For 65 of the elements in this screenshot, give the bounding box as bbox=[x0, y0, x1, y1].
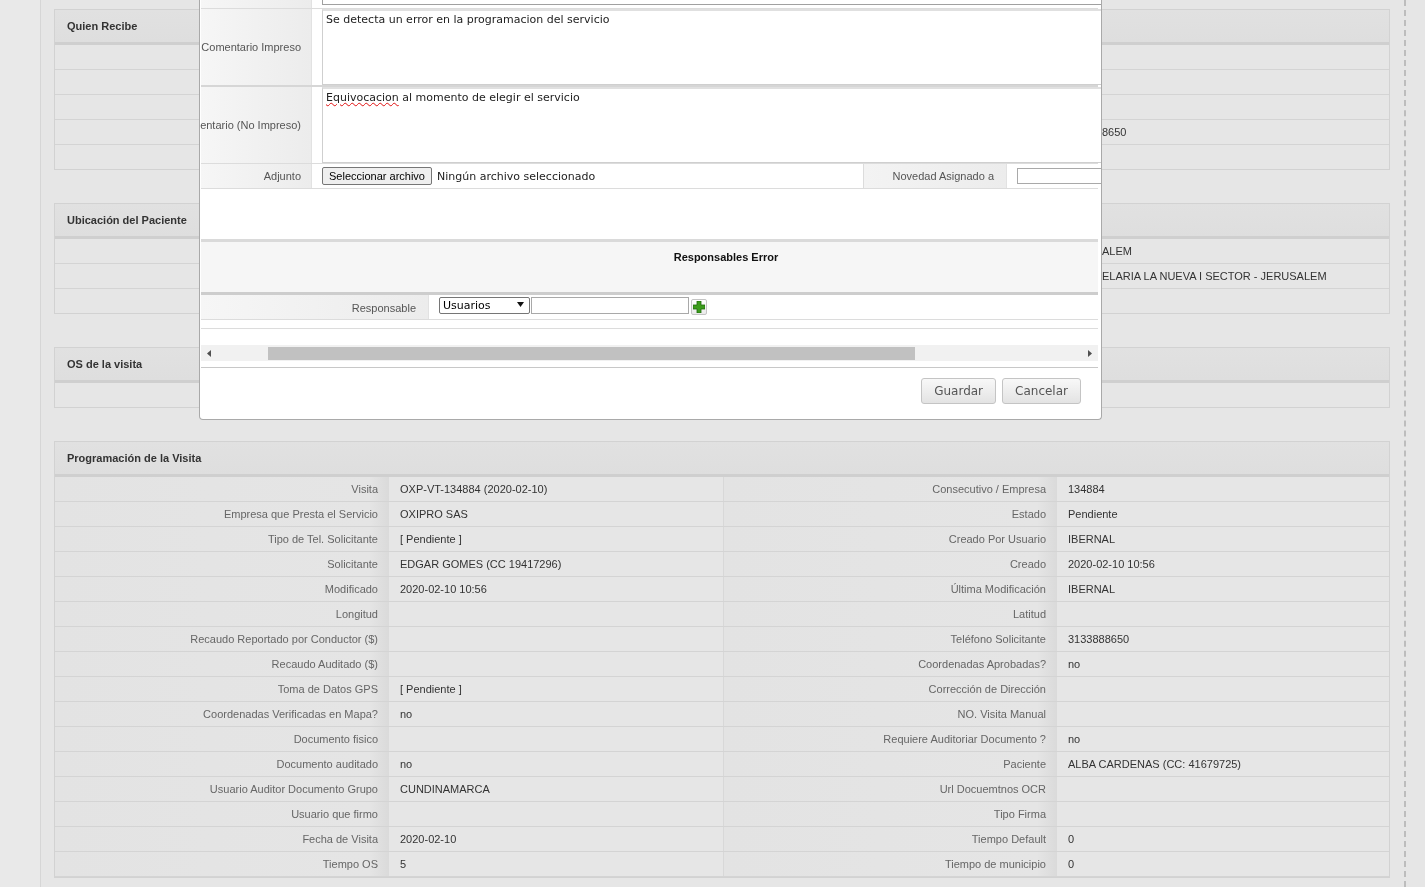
field-label: Requiere Auditoriar Documento ? bbox=[723, 727, 1057, 751]
field-label: entario (No Impreso) bbox=[201, 87, 312, 163]
subject-field[interactable] bbox=[322, 0, 1101, 5]
field-value: no bbox=[400, 758, 413, 770]
field-value: no bbox=[1068, 733, 1081, 745]
field-value: ELARIA LA NUEVA I SECTOR - JERUSALEM bbox=[1102, 270, 1328, 282]
field-value: 0 bbox=[1068, 833, 1075, 845]
file-status-text: Ningún archivo seleccionado bbox=[437, 169, 596, 183]
comment-field[interactable]: Se detecta un error en la programacion del servicio bbox=[322, 9, 1101, 85]
save-button[interactable]: Guardar bbox=[921, 378, 997, 404]
caret-icon bbox=[517, 301, 524, 307]
field-label: Adjunto bbox=[201, 164, 312, 188]
field-label: Tiempo de municipio bbox=[723, 852, 1057, 876]
field-value: [ Pendiente ] bbox=[400, 683, 462, 695]
responsible-input[interactable] bbox=[531, 296, 689, 314]
field-value: [ Pendiente ] bbox=[400, 533, 462, 545]
field-label: Creado Por Usuario bbox=[723, 527, 1057, 551]
plus-icon bbox=[693, 300, 705, 313]
field-label: Paciente bbox=[723, 752, 1057, 776]
field-label: Estado bbox=[723, 502, 1057, 526]
field-label: Consecutivo / Empresa bbox=[723, 477, 1057, 501]
assignee-input[interactable] bbox=[1017, 168, 1101, 184]
field-label: Teléfono Solicitante bbox=[723, 627, 1057, 651]
field-value: 2020-02-10 10:56 bbox=[1068, 558, 1155, 570]
field-value: ALEM bbox=[1102, 245, 1133, 257]
field-value: ALBA CARDENAS (CC: 41679725) bbox=[1068, 758, 1242, 770]
field-label: Corrección de Dirección bbox=[723, 677, 1057, 701]
field-value: OXIPRO SAS bbox=[400, 508, 468, 520]
field-value: no bbox=[1068, 658, 1081, 670]
cancel-button[interactable]: Cancelar bbox=[1002, 378, 1081, 404]
field-label: Coordenadas Aprobadas? bbox=[723, 652, 1057, 676]
choose-file-button[interactable]: Seleccionar archivo bbox=[322, 167, 432, 185]
field-value: Pendiente bbox=[1068, 508, 1118, 520]
section-title: Responsables Error bbox=[201, 239, 1098, 295]
horizontal-scrollbar[interactable] bbox=[201, 345, 1098, 361]
scroll-right-icon[interactable] bbox=[1088, 349, 1092, 357]
field-label: Url Docuemtnos OCR bbox=[723, 777, 1057, 801]
comment-field[interactable]: Equivocacion al momento de elegir el servicio bbox=[322, 87, 1101, 163]
field-value: EDGAR GOMES (CC 19417296) bbox=[400, 558, 562, 570]
field-value: 8650 bbox=[1102, 126, 1128, 138]
field-label: NO. Visita Manual bbox=[723, 702, 1057, 726]
field-label: Novedad Asignado a bbox=[864, 164, 1007, 188]
field-value: 0 bbox=[1068, 858, 1075, 870]
field-label: Tipo Firma bbox=[723, 802, 1057, 826]
field-label: Responsable bbox=[201, 295, 429, 319]
field-label: Tiempo Default bbox=[723, 827, 1057, 851]
field-value: IBERNAL bbox=[1068, 583, 1116, 595]
user-type-select[interactable]: Usuarios bbox=[439, 296, 530, 314]
field-value: CUNDINAMARCA bbox=[400, 783, 490, 795]
field-label: Comentario Impreso bbox=[201, 9, 312, 85]
field-value: 5 bbox=[400, 858, 407, 870]
field-label: Latitud bbox=[723, 602, 1057, 626]
field-label: Última Modificación bbox=[723, 577, 1057, 601]
scrollbar-thumb[interactable] bbox=[268, 346, 915, 360]
field-value: 134884 bbox=[1068, 483, 1105, 495]
field-value: 2020-02-10 bbox=[400, 833, 457, 845]
scroll-left-icon[interactable] bbox=[207, 349, 211, 357]
section-title: Programación de la Visita bbox=[55, 442, 1389, 477]
field-label: Creado bbox=[723, 552, 1057, 576]
field-value: IBERNAL bbox=[1068, 533, 1116, 545]
field-value: 2020-02-10 10:56 bbox=[400, 583, 487, 595]
field-value: no bbox=[400, 708, 413, 720]
add-button[interactable] bbox=[691, 298, 707, 315]
field-value: OXP-VT-134884 (2020-02-10) bbox=[400, 483, 548, 495]
field-value: 3133888650 bbox=[1068, 633, 1130, 645]
